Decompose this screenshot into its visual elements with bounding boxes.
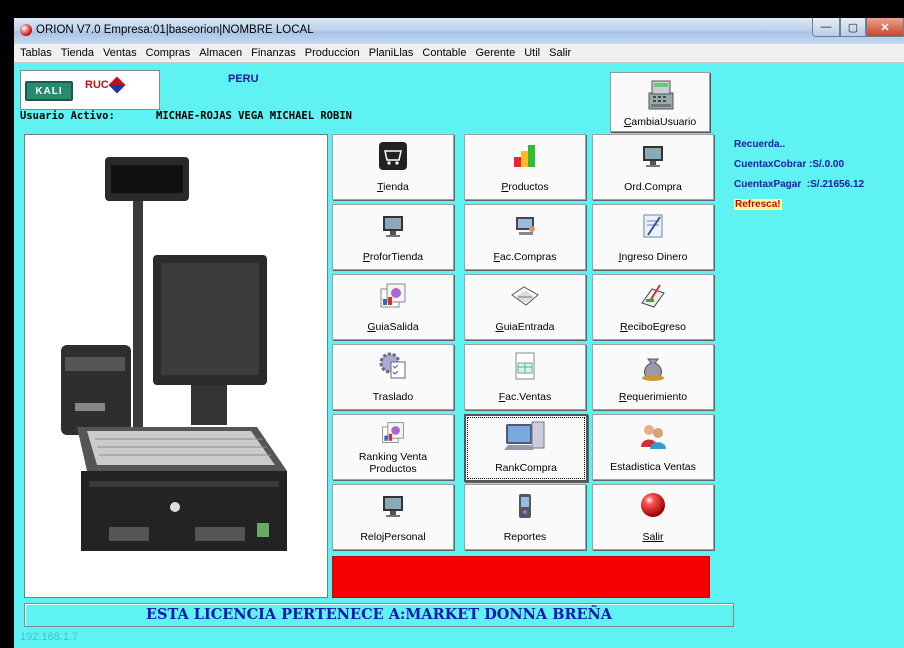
monitor-icon: [377, 210, 409, 242]
rank-compra-button[interactable]: RankCompra: [464, 414, 588, 482]
guia-salida-button[interactable]: GuiaSalida: [332, 274, 454, 340]
money-bag-icon: [637, 350, 669, 382]
fac-ventas-label: Fac.Ventas: [498, 391, 552, 403]
app-icon[interactable]: [20, 24, 32, 36]
recibo-egreso-button[interactable]: ReciboEgreso: [592, 274, 714, 340]
cambia-usuario-label: CambiaUsuario: [623, 116, 697, 128]
estadistica-ventas-button[interactable]: Estadistica Ventas: [592, 414, 714, 480]
minimize-button[interactable]: —: [812, 18, 840, 37]
productos-button[interactable]: Productos: [464, 134, 586, 200]
users-icon: [637, 420, 669, 452]
rank-compra-label: RankCompra: [495, 462, 557, 474]
menu-ventas[interactable]: Ventas: [99, 47, 142, 59]
country-label: PERU: [228, 73, 259, 85]
refresca-link[interactable]: Refresca!: [734, 199, 782, 210]
traslado-button[interactable]: Traslado: [332, 344, 454, 410]
menu-gerente[interactable]: Gerente: [471, 47, 520, 59]
ord-compra-button[interactable]: Ord.Compra: [592, 134, 714, 200]
maximize-button[interactable]: ▢: [840, 18, 866, 37]
guia-salida-label: GuiaSalida: [367, 321, 419, 333]
menu-tablas[interactable]: Tablas: [16, 47, 57, 59]
computer-icon: [500, 421, 550, 453]
pos-terminal-image: [24, 134, 328, 598]
productos-label: Productos: [501, 181, 549, 193]
ranking-venta-label: Ranking Venta Productos: [333, 451, 453, 475]
tienda-button[interactable]: Tienda: [332, 134, 454, 200]
handheld-device-icon: [509, 490, 541, 522]
ip-address: 192.168.1.7: [20, 631, 79, 643]
title-bar[interactable]: ORION V7.0 Empresa:01|baseorion|NOMBRE L…: [14, 18, 904, 44]
cuentas-pagar-label: CuentaxPagar :S/.21656.12: [734, 179, 865, 190]
document-pen-icon: [637, 210, 669, 242]
ingreso-dinero-label: Ingreso Dinero: [618, 251, 688, 263]
ranking-venta-line2: Productos: [369, 463, 417, 475]
graphics-documents-icon: [377, 280, 409, 312]
ranking-venta-line1: Ranking Venta: [358, 451, 428, 463]
reloj-personal-label: RelojPersonal: [360, 531, 426, 543]
menu-produccion[interactable]: Produccion: [301, 47, 365, 59]
menu-salir[interactable]: Salir: [545, 47, 576, 59]
reportes-label: Reportes: [503, 531, 547, 543]
license-banner: ESTA LICENCIA PERTENECE A:MARKET DONNA B…: [24, 603, 734, 627]
stacked-papers-icon: [509, 280, 541, 312]
cambia-usuario-button[interactable]: CambiaUsuario: [610, 72, 710, 132]
gear-checklist-icon: [377, 350, 409, 382]
active-user-label: Usuario Activo:: [20, 110, 115, 122]
profor-tienda-button[interactable]: ProforTienda: [332, 204, 454, 270]
ranking-venta-productos-button[interactable]: Ranking Venta Productos: [332, 414, 454, 480]
salir-text: Salir: [642, 531, 664, 543]
kali-logo: KALI: [25, 81, 73, 101]
recibo-egreso-label: ReciboEgreso: [620, 321, 686, 333]
alert-bar: [332, 556, 710, 598]
ord-compra-label: Ord.Compra: [624, 181, 682, 193]
main-window: ORION V7.0 Empresa:01|baseorion|NOMBRE L…: [14, 18, 904, 648]
menu-bar: Tablas Tienda Ventas Compras Almacen Fin…: [14, 44, 904, 63]
recuerda-label: Recuerda..: [734, 139, 786, 150]
order-form-icon: [509, 350, 541, 382]
profor-tienda-label: ProforTienda: [362, 251, 424, 263]
monitor-icon: [377, 490, 409, 522]
cuentas-cobrar-label: CuentaxCobrar :S/.0.00: [734, 159, 845, 170]
menu-tienda[interactable]: Tienda: [57, 47, 99, 59]
tienda-label: Tienda: [377, 181, 409, 193]
ruc-logo: RUC: [85, 79, 109, 91]
menu-planillas[interactable]: PlaniLlas: [365, 47, 419, 59]
monitor-icon: [637, 140, 669, 172]
close-button[interactable]: ✕: [866, 18, 904, 37]
active-user-name: MICHAE-ROJAS VEGA MICHAEL ROBIN: [156, 110, 352, 122]
reloj-personal-button[interactable]: RelojPersonal: [332, 484, 454, 550]
shopping-cart-icon: [377, 140, 409, 172]
menu-almacen[interactable]: Almacen: [195, 47, 247, 59]
window-title: ORION V7.0 Empresa:01|baseorion|NOMBRE L…: [36, 24, 314, 36]
red-ball-exit-icon: [637, 490, 669, 522]
menu-finanzas[interactable]: Finanzas: [247, 47, 301, 59]
ruc-logo-mark-icon: [108, 76, 126, 94]
fac-compras-label: Fac.Compras: [493, 251, 557, 263]
requerimiento-label: Requerimiento: [618, 391, 688, 403]
brand-logos: KALI RUC: [20, 70, 160, 110]
computer-user-icon: [509, 210, 541, 242]
salir-label: Salir: [593, 531, 713, 543]
cash-register-icon: [647, 77, 675, 116]
traslado-label: Traslado: [372, 391, 414, 403]
book-pen-icon: [637, 280, 669, 312]
fac-ventas-button[interactable]: Fac.Ventas: [464, 344, 586, 410]
guia-entrada-button[interactable]: GuiaEntrada: [464, 274, 586, 340]
fac-compras-button[interactable]: Fac.Compras: [464, 204, 586, 270]
ingreso-dinero-button[interactable]: Ingreso Dinero: [592, 204, 714, 270]
bar-chart-cubes-icon: [509, 140, 541, 172]
graphics-documents-icon: [377, 417, 409, 449]
requerimiento-button[interactable]: Requerimiento: [592, 344, 714, 410]
estadistica-ventas-label: Estadistica Ventas: [610, 461, 696, 473]
salir-button[interactable]: Salir: [592, 484, 714, 550]
menu-util[interactable]: Util: [520, 47, 545, 59]
menu-compras[interactable]: Compras: [142, 47, 196, 59]
menu-contable[interactable]: Contable: [418, 47, 471, 59]
guia-entrada-label: GuiaEntrada: [495, 321, 555, 333]
window-controls: — ▢ ✕: [812, 18, 904, 38]
reportes-button[interactable]: Reportes: [464, 484, 586, 550]
